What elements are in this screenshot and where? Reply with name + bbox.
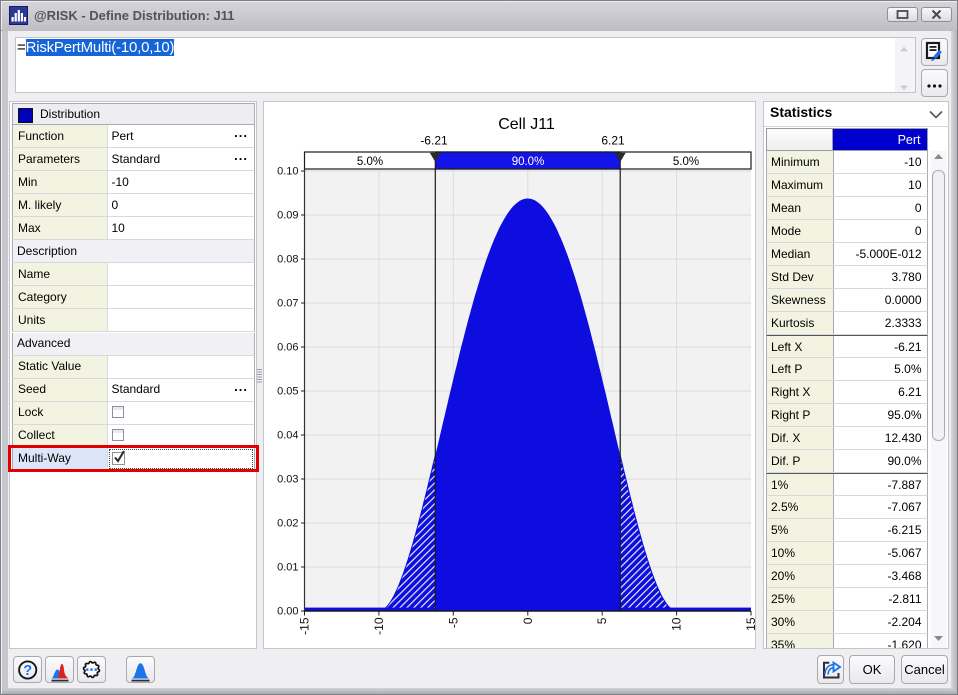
svg-text:0.05: 0.05 (277, 386, 298, 398)
svg-text:90.0%: 90.0% (512, 156, 545, 168)
svg-text:0.00: 0.00 (277, 606, 298, 618)
svg-text:-6.21: -6.21 (420, 134, 448, 148)
svg-text:Cell J11: Cell J11 (498, 116, 555, 133)
svg-text:5: 5 (595, 617, 609, 624)
svg-text:0.03: 0.03 (277, 474, 298, 486)
svg-text:?: ? (23, 663, 32, 679)
svg-text:0: 0 (521, 617, 535, 624)
svg-text:15: 15 (744, 617, 756, 631)
svg-text:0.09: 0.09 (277, 210, 298, 222)
svg-text:0.04: 0.04 (277, 430, 298, 442)
svg-text:-10: -10 (372, 617, 386, 635)
svg-text:10: 10 (670, 617, 684, 631)
svg-text:5.0%: 5.0% (673, 156, 699, 168)
svg-text:5.0%: 5.0% (357, 156, 383, 168)
svg-text:0.08: 0.08 (277, 254, 298, 266)
svg-text:0.02: 0.02 (277, 518, 298, 530)
svg-text:-15: -15 (298, 617, 312, 635)
svg-text:0.01: 0.01 (277, 562, 298, 574)
svg-text:0.06: 0.06 (277, 342, 298, 354)
svg-text:0.10: 0.10 (277, 166, 298, 178)
svg-text:0.07: 0.07 (277, 298, 298, 310)
svg-text:-5: -5 (446, 617, 460, 628)
svg-text:6.21: 6.21 (601, 134, 625, 148)
